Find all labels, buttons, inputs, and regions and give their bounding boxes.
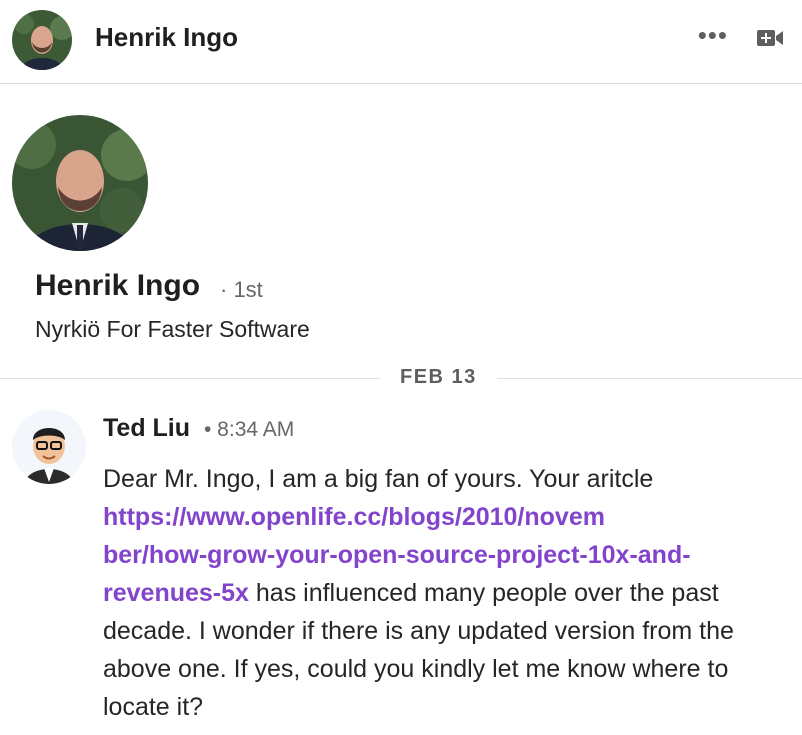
contact-avatar[interactable] [12,10,72,70]
profile-headline: Nyrkiö For Faster Software [35,316,310,342]
message-sender[interactable]: Ted Liu [103,414,190,443]
profile-name[interactable]: Henrik Ingo [35,269,200,303]
message-body: Dear Mr. Ingo, I am a big fan of yours. … [103,460,783,726]
video-call-icon[interactable] [756,26,784,50]
message-text-before: Dear Mr. Ingo, I am a big fan of yours. … [103,465,654,493]
connection-degree: · 1st [220,277,263,302]
more-horizontal-icon[interactable]: ••• [698,22,728,48]
date-label: FEB 13 [380,366,497,389]
profile-avatar[interactable] [12,115,148,251]
link-line-1: https://www.openlife.cc/blogs/2010/novem [103,503,605,531]
header-contact-name[interactable]: Henrik Ingo [95,22,238,53]
link-line-2: ber/how-grow-your-open-source-project-10… [103,541,691,569]
link-line-3: revenues-5x [103,579,249,607]
profile-card: Henrik Ingo · 1st Nyrkiö For Faster Soft… [0,84,802,380]
message-time: • 8:34 AM [204,418,295,441]
sender-avatar[interactable] [12,410,86,484]
header-actions: ••• [698,22,784,50]
conversation-header: Henrik Ingo ••• [0,0,802,84]
